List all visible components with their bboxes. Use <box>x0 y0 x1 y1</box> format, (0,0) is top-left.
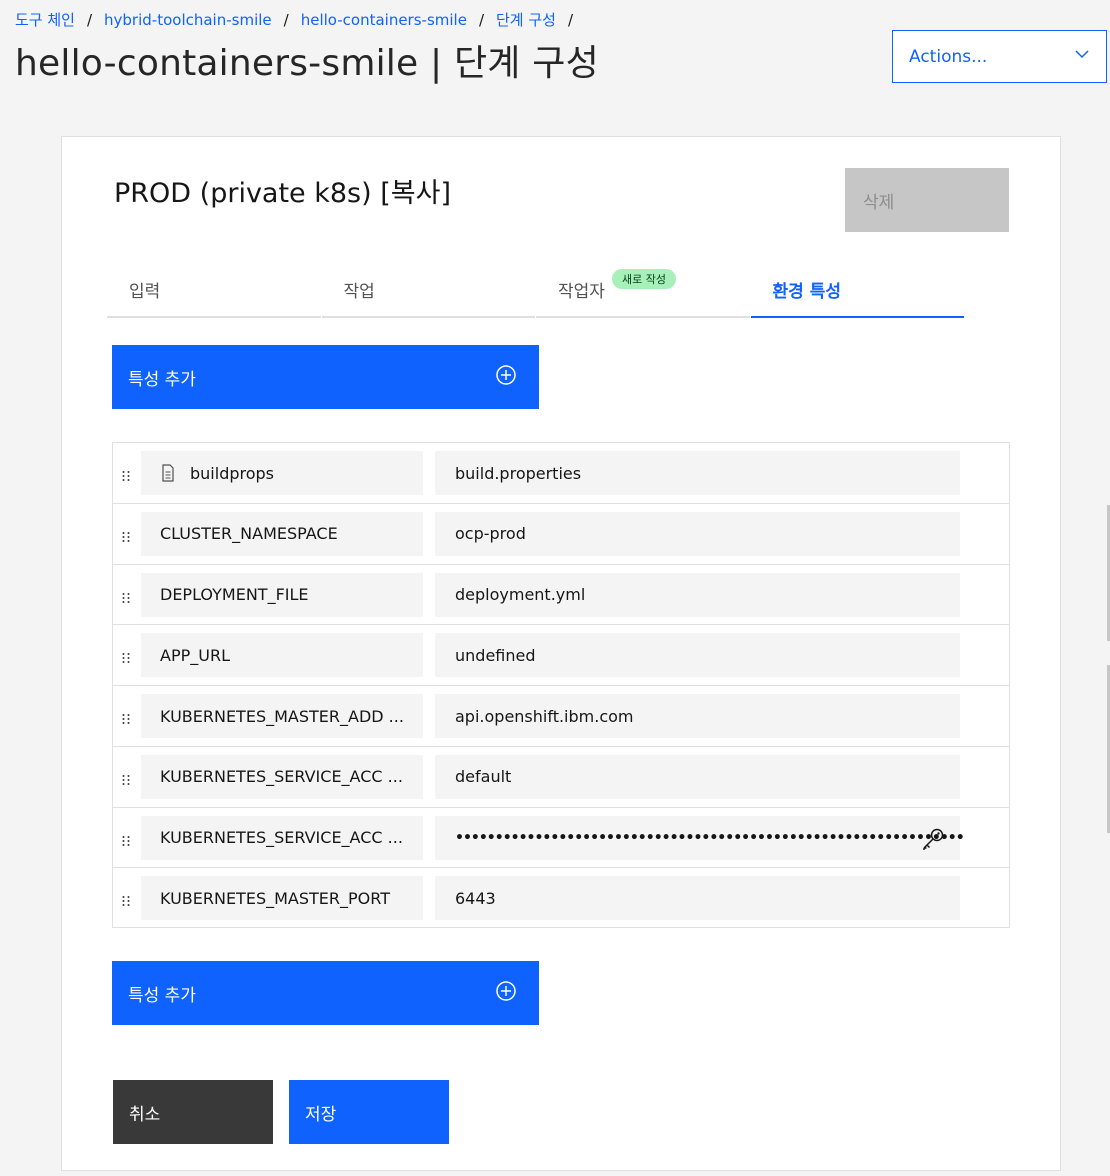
key-icon[interactable] <box>920 826 946 852</box>
drag-handle-icon[interactable] <box>121 649 131 664</box>
breadcrumb-separator: / <box>86 10 93 29</box>
property-value[interactable]: undefined <box>435 633 960 678</box>
property-name[interactable]: DEPLOYMENT_FILE <box>141 572 423 617</box>
tab-label: 작업 <box>343 282 375 302</box>
property-name-text: buildprops <box>190 463 275 483</box>
masked-value: ••••••••••••••••••••••••••••••••••••••••… <box>455 829 965 846</box>
property-row: CLUSTER_NAMESPACE ocp-prod <box>113 504 1009 565</box>
add-circle-icon <box>495 364 517 391</box>
add-circle-icon <box>495 980 517 1007</box>
add-property-label: 특성 추가 <box>128 369 196 390</box>
delete-button[interactable]: 삭제 <box>845 168 1009 232</box>
property-name[interactable]: KUBERNETES_MASTER_PORT <box>141 876 423 921</box>
drag-handle-icon[interactable] <box>121 771 131 785</box>
property-row: APP_URL undefined <box>113 625 1009 686</box>
tab-label: 입력 <box>129 282 161 302</box>
property-row: KUBERNETES_MASTER_ADD ... api.openshift.… <box>113 686 1009 747</box>
property-row: DEPLOYMENT_FILE deployment.yml <box>113 565 1009 626</box>
property-name[interactable]: CLUSTER_NAMESPACE <box>141 511 423 556</box>
property-row: KUBERNETES_SERVICE_ACC ... default <box>113 747 1009 808</box>
drag-handle-icon[interactable] <box>121 528 131 542</box>
property-name[interactable]: KUBERNETES_SERVICE_ACC ... <box>141 815 423 860</box>
property-value[interactable]: api.openshift.ibm.com <box>435 694 960 738</box>
property-row: buildprops build.properties <box>113 443 1009 504</box>
property-value[interactable]: 6443 <box>435 876 960 921</box>
file-icon <box>160 464 176 482</box>
tab-label: 작업자 <box>558 282 605 302</box>
actions-dropdown[interactable]: Actions... <box>892 30 1107 83</box>
breadcrumb-item-hybrid-toolchain[interactable]: hybrid-toolchain-smile <box>104 11 272 29</box>
property-value[interactable]: build.properties <box>435 451 960 495</box>
property-name[interactable]: APP_URL <box>141 633 423 678</box>
add-property-label: 특성 추가 <box>128 985 196 1006</box>
stage-tabs: 입력 작업 작업자 새로 작성 환경 특성 <box>107 267 965 318</box>
property-value[interactable]: ocp-prod <box>435 511 960 556</box>
drag-handle-icon[interactable] <box>121 589 131 603</box>
breadcrumb-separator: / <box>283 10 289 29</box>
property-name[interactable]: KUBERNETES_MASTER_ADD ... <box>141 694 423 738</box>
properties-table: buildprops build.properties CLUSTER_NAME… <box>112 442 1010 928</box>
drag-handle-icon[interactable] <box>121 710 131 724</box>
breadcrumb-item-stage-config[interactable]: 단계 구성 <box>496 9 556 30</box>
add-property-button[interactable]: 특성 추가 <box>112 961 539 1025</box>
actions-label: Actions... <box>909 46 988 67</box>
drag-handle-icon[interactable] <box>121 892 131 907</box>
property-value[interactable]: deployment.yml <box>435 572 960 617</box>
tab-worker[interactable]: 작업자 새로 작성 <box>536 267 750 318</box>
add-property-button[interactable]: 특성 추가 <box>112 345 539 409</box>
save-button[interactable]: 저장 <box>289 1080 449 1144</box>
property-row: KUBERNETES_MASTER_PORT 6443 <box>113 868 1009 929</box>
tab-environment-properties[interactable]: 환경 특성 <box>750 267 964 318</box>
property-value[interactable]: default <box>435 754 960 799</box>
property-name[interactable]: buildprops <box>141 451 423 495</box>
cancel-button[interactable]: 취소 <box>113 1080 273 1144</box>
breadcrumb-separator: / <box>478 10 484 29</box>
drag-handle-icon[interactable] <box>121 832 131 846</box>
chevron-down-icon <box>1074 46 1090 67</box>
breadcrumb: 도구 체인 / hybrid-toolchain-smile / hello-c… <box>15 9 585 30</box>
property-row: KUBERNETES_SERVICE_ACC ... •••••••••••••… <box>113 808 1009 869</box>
breadcrumb-separator: / <box>567 10 574 29</box>
property-name[interactable]: KUBERNETES_SERVICE_ACC ... <box>141 754 423 799</box>
drag-handle-icon[interactable] <box>121 467 131 481</box>
new-badge: 새로 작성 <box>612 269 676 289</box>
breadcrumb-item-toolchain[interactable]: 도구 체인 <box>15 9 75 30</box>
tab-label: 환경 특성 <box>772 282 841 302</box>
stage-title: PROD (private k8s) [복사] <box>114 178 451 209</box>
tab-jobs[interactable]: 작업 <box>321 267 535 318</box>
page-title: hello-containers-smile | 단계 구성 <box>15 43 599 84</box>
stage-config-card: PROD (private k8s) [복사] 삭제 입력 작업 작업자 새로 … <box>61 136 1061 1171</box>
secure-property-value[interactable]: ••••••••••••••••••••••••••••••••••••••••… <box>435 815 965 860</box>
breadcrumb-item-pipeline[interactable]: hello-containers-smile <box>301 11 467 29</box>
tab-input[interactable]: 입력 <box>107 267 321 318</box>
